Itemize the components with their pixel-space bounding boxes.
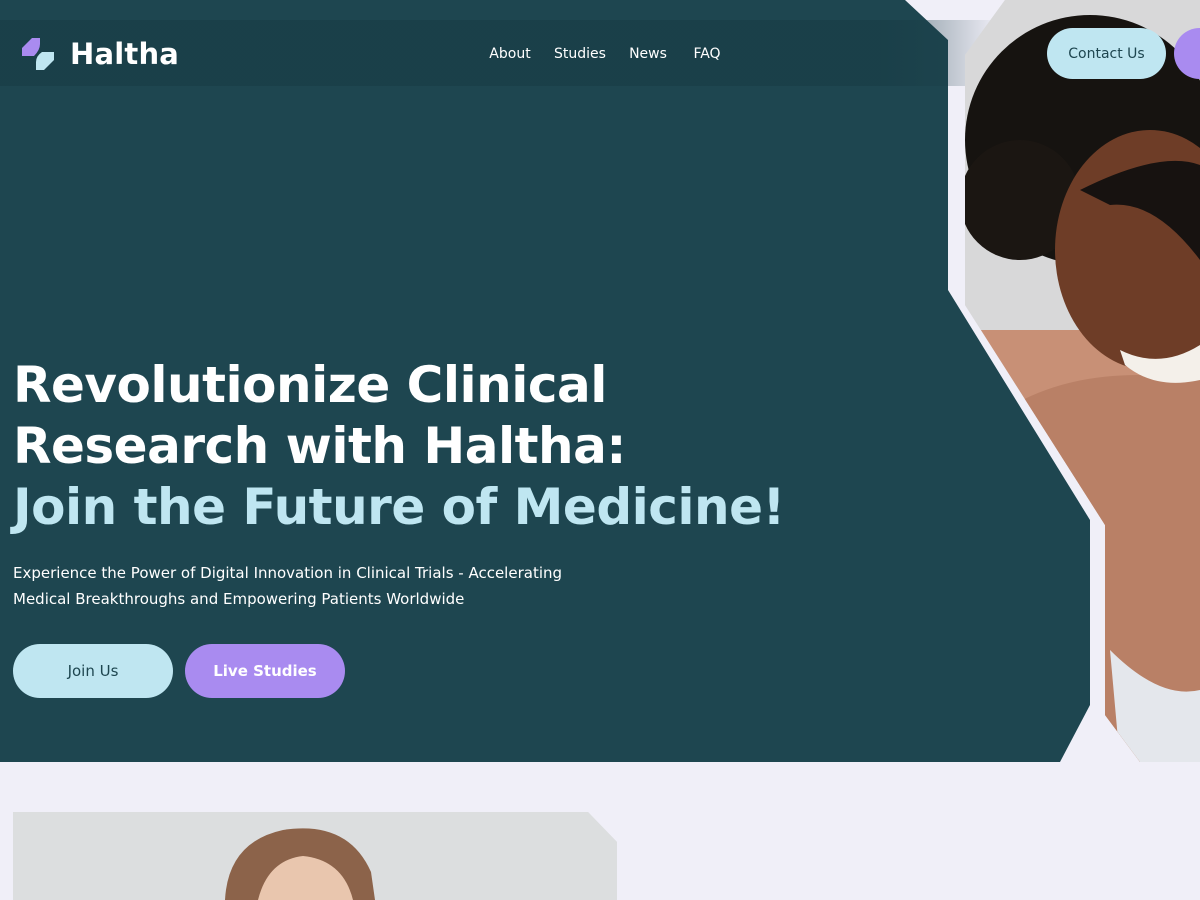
contact-button[interactable]: Contact Us [1047,28,1166,79]
feature-photo [13,812,617,900]
nav-news[interactable]: News [629,44,667,64]
headline-line-3: Join the Future of Medicine! [13,478,785,536]
hero-headline: Revolutionize Clinical Research with Hal… [13,355,785,538]
nav-studies[interactable]: Studies [554,44,606,64]
nav-faq[interactable]: FAQ [693,44,720,64]
live-studies-button[interactable]: Live Studies [185,644,345,698]
headline-line-2: Research with Haltha: [13,417,626,475]
nav-about[interactable]: About [489,44,530,64]
headline-line-1: Revolutionize Clinical [13,356,607,414]
join-us-button[interactable]: Join Us [13,644,173,698]
hero-subtext: Experience the Power of Digital Innovati… [13,564,563,608]
